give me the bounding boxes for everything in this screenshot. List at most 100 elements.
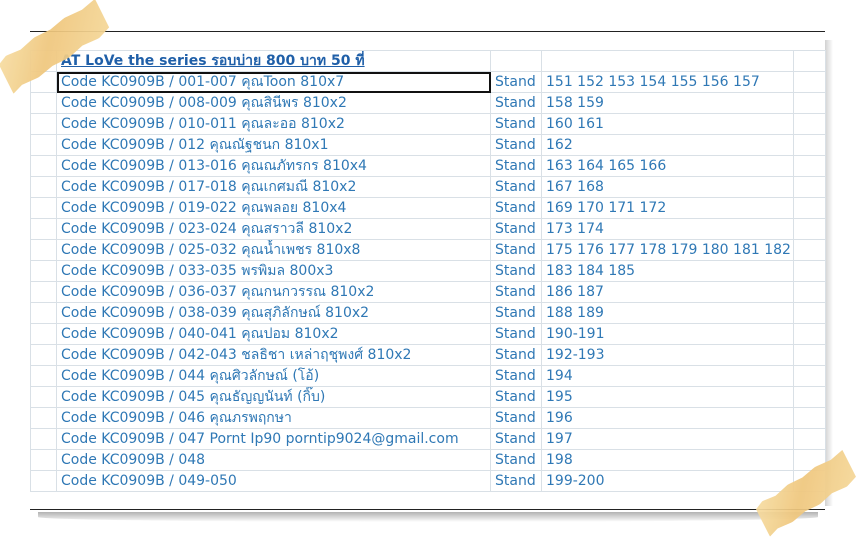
code-cell[interactable]: Code KC0909B / 010-011 คุณละออ 810x2 (56, 113, 491, 135)
code-cell[interactable]: Code KC0909B / 048 (56, 449, 491, 471)
seats-cell[interactable]: 190-191 (541, 323, 794, 345)
stand-cell[interactable]: Stand (490, 407, 542, 429)
seats-cell[interactable]: 199-200 (541, 470, 794, 492)
empty-cell[interactable] (541, 50, 794, 72)
empty-cell[interactable] (793, 323, 826, 345)
seats-cell[interactable]: 195 (541, 386, 794, 408)
empty-cell[interactable] (793, 218, 826, 240)
empty-cell[interactable] (793, 365, 826, 387)
empty-cell[interactable] (793, 302, 826, 324)
table-row: Code KC0909B / 013-016 คุณณภัทรกร 810x4 S… (30, 155, 826, 177)
code-cell[interactable]: Code KC0909B / 008-009 คุณสินีพร 810x2 (56, 92, 491, 114)
seats-cell[interactable]: 160 161 (541, 113, 794, 135)
stand-cell[interactable]: Stand (490, 197, 542, 219)
row-gutter (30, 449, 57, 471)
stand-cell[interactable]: Stand (490, 176, 542, 198)
code-cell[interactable]: Code KC0909B / 013-016 คุณณภัทรกร 810x4 (56, 155, 491, 177)
table-row: Code KC0909B / 012 คุณณัฐชนก 810x1 Stand 1… (30, 134, 826, 156)
code-cell[interactable]: Code KC0909B / 017-018 คุณเกศมณี 810x2 (56, 176, 491, 198)
stand-cell[interactable]: Stand (490, 302, 542, 324)
row-gutter (30, 281, 57, 303)
empty-cell[interactable] (793, 281, 826, 303)
empty-cell[interactable] (793, 344, 826, 366)
code-cell[interactable]: Code KC0909B / 040-041 คุณปอม 810x2 (56, 323, 491, 345)
code-cell[interactable]: Code KC0909B / 049-050 (56, 470, 491, 492)
seats-cell[interactable]: 194 (541, 365, 794, 387)
stand-cell[interactable]: Stand (490, 449, 542, 471)
code-cell[interactable]: Code KC0909B / 012 คุณณัฐชนก 810x1 (56, 134, 491, 156)
stand-cell[interactable]: Stand (490, 344, 542, 366)
empty-cell[interactable] (793, 134, 826, 156)
seats-cell[interactable]: 192-193 (541, 344, 794, 366)
seats-cell[interactable]: 169 170 171 172 (541, 197, 794, 219)
empty-cell[interactable] (793, 176, 826, 198)
seats-cell[interactable]: 175 176 177 178 179 180 181 182 (541, 239, 794, 261)
table-row: Code KC0909B / 042-043 ชลธิชา เหล่าฤชุพง… (30, 344, 826, 366)
row-gutter (30, 197, 57, 219)
empty-cell[interactable] (793, 92, 826, 114)
table-row: Code KC0909B / 047 Pornt Ip90 porntip902… (30, 428, 826, 450)
stand-cell[interactable]: Stand (490, 134, 542, 156)
stand-cell[interactable]: Stand (490, 260, 542, 282)
sheet-title-cell[interactable]: AT LoVe the series รอบบ่าย 800 บาท 50 ที… (56, 50, 491, 72)
code-cell[interactable]: Code KC0909B / 025-032 คุณน้ำเพชร 810x8 (56, 239, 491, 261)
empty-cell[interactable] (793, 386, 826, 408)
seats-cell[interactable]: 198 (541, 449, 794, 471)
empty-cell[interactable] (793, 407, 826, 429)
empty-cell[interactable] (793, 113, 826, 135)
table-row: Code KC0909B / 048 Stand 198 (30, 449, 826, 471)
code-cell[interactable]: Code KC0909B / 033-035 พรพิมล 800x3 (56, 260, 491, 282)
stand-cell[interactable]: Stand (490, 71, 542, 93)
empty-cell[interactable] (490, 50, 542, 72)
empty-cell[interactable] (793, 260, 826, 282)
code-cell[interactable]: Code KC0909B / 001-007 คุณToon 810x7 (56, 71, 491, 93)
title-row: AT LoVe the series รอบบ่าย 800 บาท 50 ที… (30, 50, 826, 72)
code-cell[interactable]: Code KC0909B / 019-022 คุณพลอย 810x4 (56, 197, 491, 219)
spreadsheet-grid: AT LoVe the series รอบบ่าย 800 บาท 50 ที… (30, 50, 826, 492)
seats-cell[interactable]: 151 152 153 154 155 156 157 (541, 71, 794, 93)
stand-cell[interactable]: Stand (490, 428, 542, 450)
seats-cell[interactable]: 163 164 165 166 (541, 155, 794, 177)
stand-cell[interactable]: Stand (490, 386, 542, 408)
empty-cell[interactable] (793, 50, 826, 72)
stand-cell[interactable]: Stand (490, 323, 542, 345)
seats-cell[interactable]: 188 189 (541, 302, 794, 324)
empty-cell[interactable] (793, 239, 826, 261)
seats-cell[interactable]: 183 184 185 (541, 260, 794, 282)
stand-cell[interactable]: Stand (490, 155, 542, 177)
sheet-title-link[interactable]: AT LoVe the series รอบบ่าย 800 บาท 50 ที… (61, 53, 365, 69)
empty-cell[interactable] (793, 155, 826, 177)
stand-cell[interactable]: Stand (490, 281, 542, 303)
code-cell[interactable]: Code KC0909B / 038-039 คุณสุภิลักษณ์ 810… (56, 302, 491, 324)
code-cell[interactable]: Code KC0909B / 044 คุณศิวลักษณ์ (โอ้) (56, 365, 491, 387)
stand-cell[interactable]: Stand (490, 218, 542, 240)
row-gutter (30, 155, 57, 177)
stand-cell[interactable]: Stand (490, 239, 542, 261)
table-row: Code KC0909B / 017-018 คุณเกศมณี 810x2 St… (30, 176, 826, 198)
empty-cell[interactable] (793, 71, 826, 93)
stand-cell[interactable]: Stand (490, 92, 542, 114)
stand-cell[interactable]: Stand (490, 113, 542, 135)
table-row: Code KC0909B / 010-011 คุณละออ 810x2 Stan… (30, 113, 826, 135)
empty-cell[interactable] (793, 197, 826, 219)
stand-cell[interactable]: Stand (490, 470, 542, 492)
seats-cell[interactable]: 162 (541, 134, 794, 156)
seats-cell[interactable]: 167 168 (541, 176, 794, 198)
stand-cell[interactable]: Stand (490, 365, 542, 387)
table-row: Code KC0909B / 008-009 คุณสินีพร 810x2 St… (30, 92, 826, 114)
empty-cell[interactable] (793, 428, 826, 450)
code-cell[interactable]: Code KC0909B / 036-037 คุณกนกวรรณ 810x2 (56, 281, 491, 303)
seats-cell[interactable]: 197 (541, 428, 794, 450)
table-row: Code KC0909B / 040-041 คุณปอม 810x2 Stand… (30, 323, 826, 345)
code-cell[interactable]: Code KC0909B / 046 คุณภรพฤกษา (56, 407, 491, 429)
table-row: Code KC0909B / 044 คุณศิวลักษณ์ (โอ้) Sta… (30, 365, 826, 387)
row-gutter (30, 218, 57, 240)
seats-cell[interactable]: 196 (541, 407, 794, 429)
code-cell[interactable]: Code KC0909B / 042-043 ชลธิชา เหล่าฤชุพง… (56, 344, 491, 366)
seats-cell[interactable]: 158 159 (541, 92, 794, 114)
seats-cell[interactable]: 186 187 (541, 281, 794, 303)
code-cell[interactable]: Code KC0909B / 047 Pornt Ip90 porntip902… (56, 428, 491, 450)
seats-cell[interactable]: 173 174 (541, 218, 794, 240)
code-cell[interactable]: Code KC0909B / 045 คุณธัญญนันท์ (กิ๊บ) (56, 386, 491, 408)
code-cell[interactable]: Code KC0909B / 023-024 คุณสราวลี 810x2 (56, 218, 491, 240)
